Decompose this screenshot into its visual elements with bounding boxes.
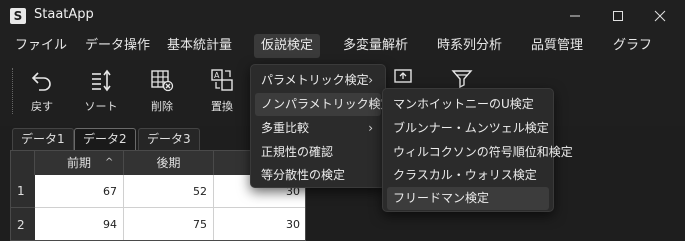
submenu-item-mann-whitney[interactable]: マンホイットニーのU検定 [387,93,549,116]
submenu-arrow-icon: › [368,121,373,135]
menu-item-normality-check[interactable]: 正規性の確認 [255,141,381,164]
minimize-icon [570,15,580,17]
tab-data-1[interactable]: データ1 [12,128,74,150]
undo-icon [31,72,51,91]
menu-bar: ファイル データ操作 基本統計量 仮説検定 多変量解析 時系列分析 品質管理 グ… [0,32,685,60]
undo-label: 戻す [31,100,53,113]
column-header-kouki[interactable]: 後期 [124,151,214,175]
submenu-arrow-icon: › [368,97,373,111]
sort-button[interactable]: ソート [79,68,123,116]
sort-icon [92,69,111,92]
menu-item-label: 多重比較 [261,121,310,135]
column-header-zenki[interactable]: 前期 ^ [35,151,124,175]
tab-data-2[interactable]: データ2 [74,128,136,150]
close-icon [654,10,666,22]
column-header-label: 前期 [66,156,91,170]
app-title: StaatApp [34,7,94,22]
delete-grid-icon [151,70,174,92]
app-logo-icon: S [10,8,26,24]
svg-text:A: A [214,71,220,80]
table-cell[interactable]: 52 [124,175,214,208]
menu-item-label: 正規性の確認 [261,145,334,159]
menu-hypothesis-testing[interactable]: 仮説検定 [254,34,321,58]
menu-item-parametric[interactable]: パラメトリック検定 › [255,69,381,92]
close-button[interactable] [640,0,680,32]
undo-button[interactable]: 戻す [20,68,64,116]
sort-label: ソート [84,100,118,113]
hypothesis-menu: パラメトリック検定 › ノンパラメトリック検定 › 多重比較 › 正規性の確認 … [250,64,393,188]
submenu-arrow-icon: › [368,73,373,87]
toolbar-grip [12,68,13,114]
table-cell[interactable]: 75 [124,208,214,240]
table-cell[interactable]: 67 [35,175,124,208]
submenu-item-brunner-munzel[interactable]: ブルンナー・ムンツェル検定 [387,117,549,140]
nonparametric-submenu: マンホイットニーのU検定 ブルンナー・ムンツェル検定 ウィルコクソンの符号順位和… [382,88,573,212]
maximize-button[interactable] [598,0,638,32]
minimize-button[interactable] [555,0,595,32]
menu-item-multiple-comparison[interactable]: 多重比較 › [255,117,381,140]
replace-label: 置換 [211,100,233,113]
menu-basic-stats[interactable]: 基本統計量 [160,34,239,58]
menu-file[interactable]: ファイル [8,34,74,58]
menu-item-label: パラメトリック検定 [261,73,369,87]
delete-label: 削除 [151,100,173,113]
menu-item-equal-variance[interactable]: 等分散性の検定 [255,164,381,187]
table-cell[interactable]: 94 [35,208,124,240]
row-header[interactable]: 2 [11,208,35,240]
grid-corner [11,151,35,175]
table-cell[interactable]: 30 [214,208,305,240]
submenu-item-friedman[interactable]: フリードマン検定 [387,187,549,210]
replace-button[interactable]: A 置換 [200,68,244,116]
menu-quality-control[interactable]: 品質管理 [524,34,590,58]
menu-item-label: 等分散性の検定 [261,168,346,182]
menu-data-ops[interactable]: データ操作 [78,34,157,58]
submenu-item-kruskal-wallis[interactable]: クラスカル・ウォリス検定 [387,164,549,187]
sort-ascending-icon: ^ [105,157,114,168]
menu-graph[interactable]: グラフ [606,34,659,58]
tab-data-3[interactable]: データ3 [138,128,200,150]
row-header[interactable]: 1 [11,175,35,208]
replace-icon: A [211,69,233,91]
submenu-item-wilcoxon[interactable]: ウィルコクソンの符号順位和検定 [387,141,573,164]
menu-multivariate[interactable]: 多変量解析 [336,34,415,58]
title-bar: S StaatApp [0,0,685,32]
maximize-icon [613,11,623,21]
delete-button[interactable]: 削除 [140,68,184,116]
menu-time-series[interactable]: 時系列分析 [430,34,509,58]
menu-item-nonparametric[interactable]: ノンパラメトリック検定 › [255,93,393,116]
